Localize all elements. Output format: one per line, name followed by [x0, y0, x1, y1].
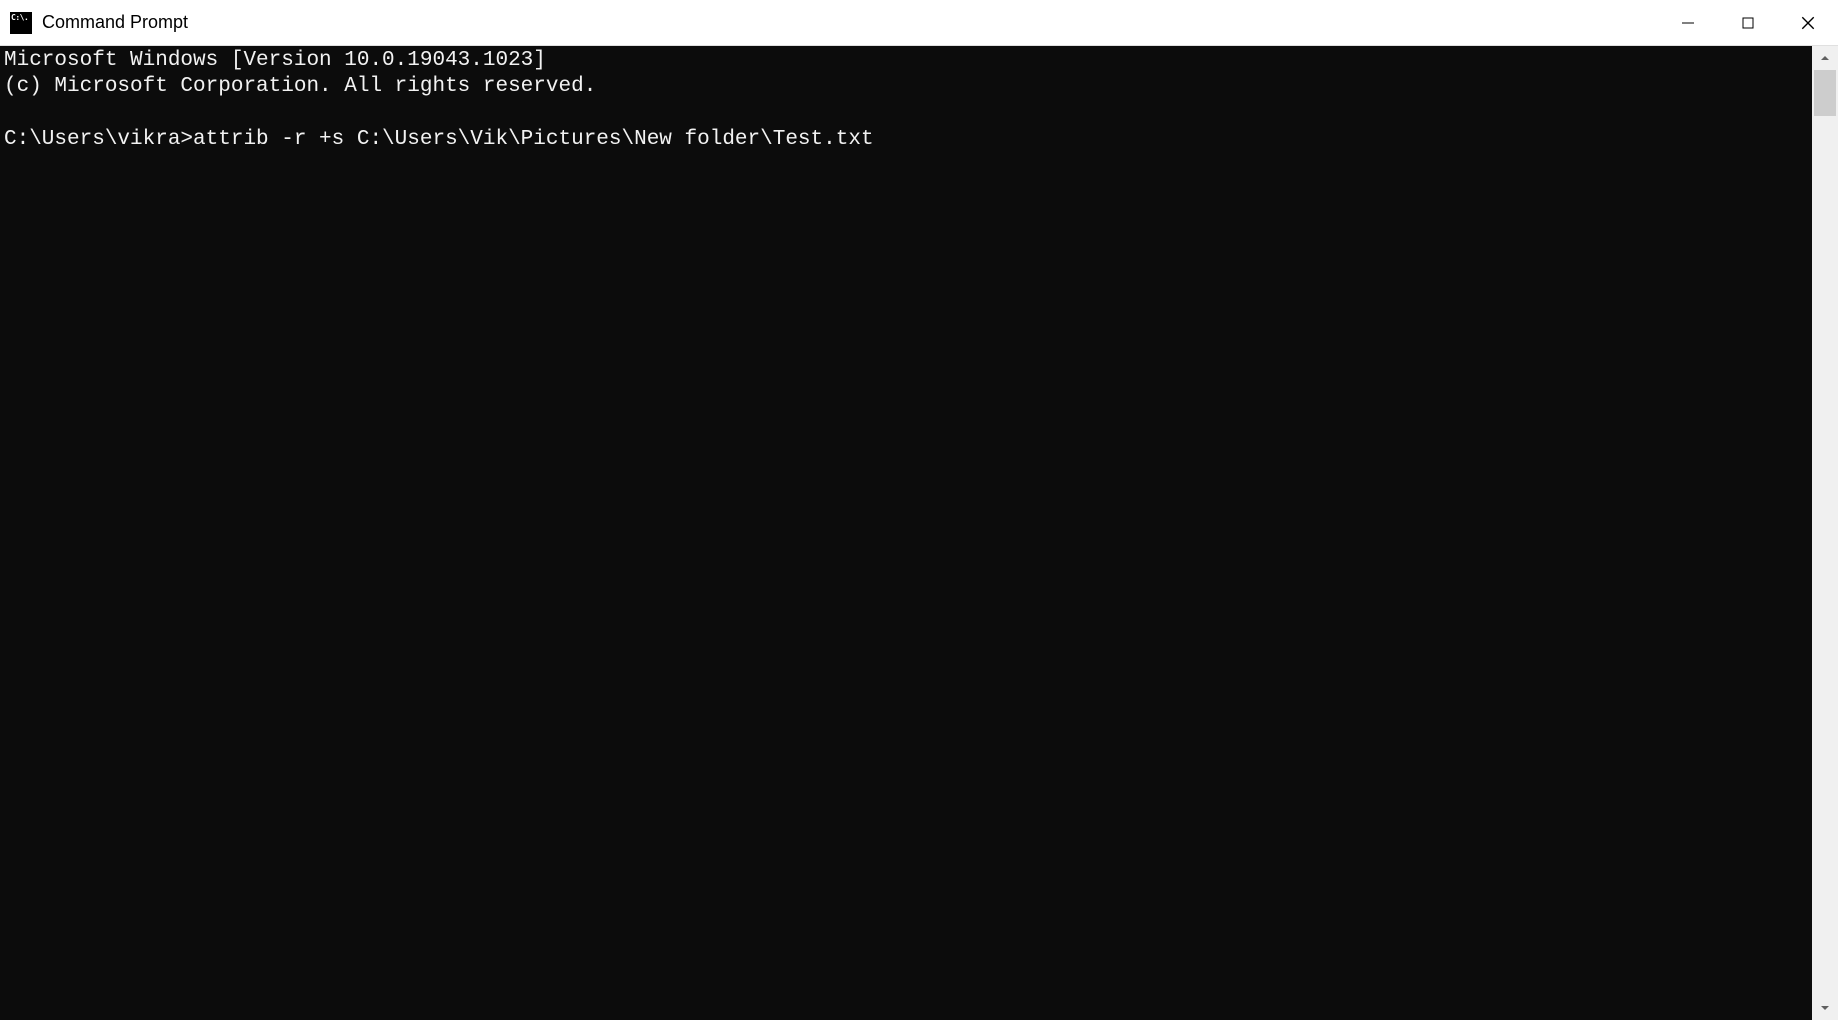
- window-controls: [1658, 0, 1838, 45]
- titlebar[interactable]: Command Prompt: [0, 0, 1838, 46]
- chevron-up-icon: [1820, 53, 1830, 63]
- chevron-down-icon: [1820, 1003, 1830, 1013]
- output-line: (c) Microsoft Corporation. All rights re…: [4, 75, 596, 98]
- close-icon: [1800, 15, 1816, 31]
- minimize-button[interactable]: [1658, 0, 1718, 45]
- scroll-down-button[interactable]: [1812, 996, 1838, 1020]
- scroll-track[interactable]: [1812, 70, 1838, 996]
- minimize-icon: [1681, 16, 1695, 30]
- output-line: Microsoft Windows [Version 10.0.19043.10…: [4, 49, 546, 72]
- scroll-up-button[interactable]: [1812, 46, 1838, 70]
- close-button[interactable]: [1778, 0, 1838, 45]
- window-title: Command Prompt: [42, 12, 188, 33]
- titlebar-left: Command Prompt: [0, 12, 188, 34]
- terminal-output[interactable]: Microsoft Windows [Version 10.0.19043.10…: [0, 46, 1812, 1020]
- maximize-button[interactable]: [1718, 0, 1778, 45]
- scroll-thumb[interactable]: [1814, 70, 1836, 116]
- terminal-area: Microsoft Windows [Version 10.0.19043.10…: [0, 46, 1838, 1020]
- maximize-icon: [1741, 16, 1755, 30]
- prompt-line: C:\Users\vikra>attrib -r +s C:\Users\Vik…: [4, 128, 874, 151]
- vertical-scrollbar[interactable]: [1812, 46, 1838, 1020]
- cmd-icon: [10, 12, 32, 34]
- command-prompt-window: Command Prompt Microsoft Windows [Versio…: [0, 0, 1838, 1020]
